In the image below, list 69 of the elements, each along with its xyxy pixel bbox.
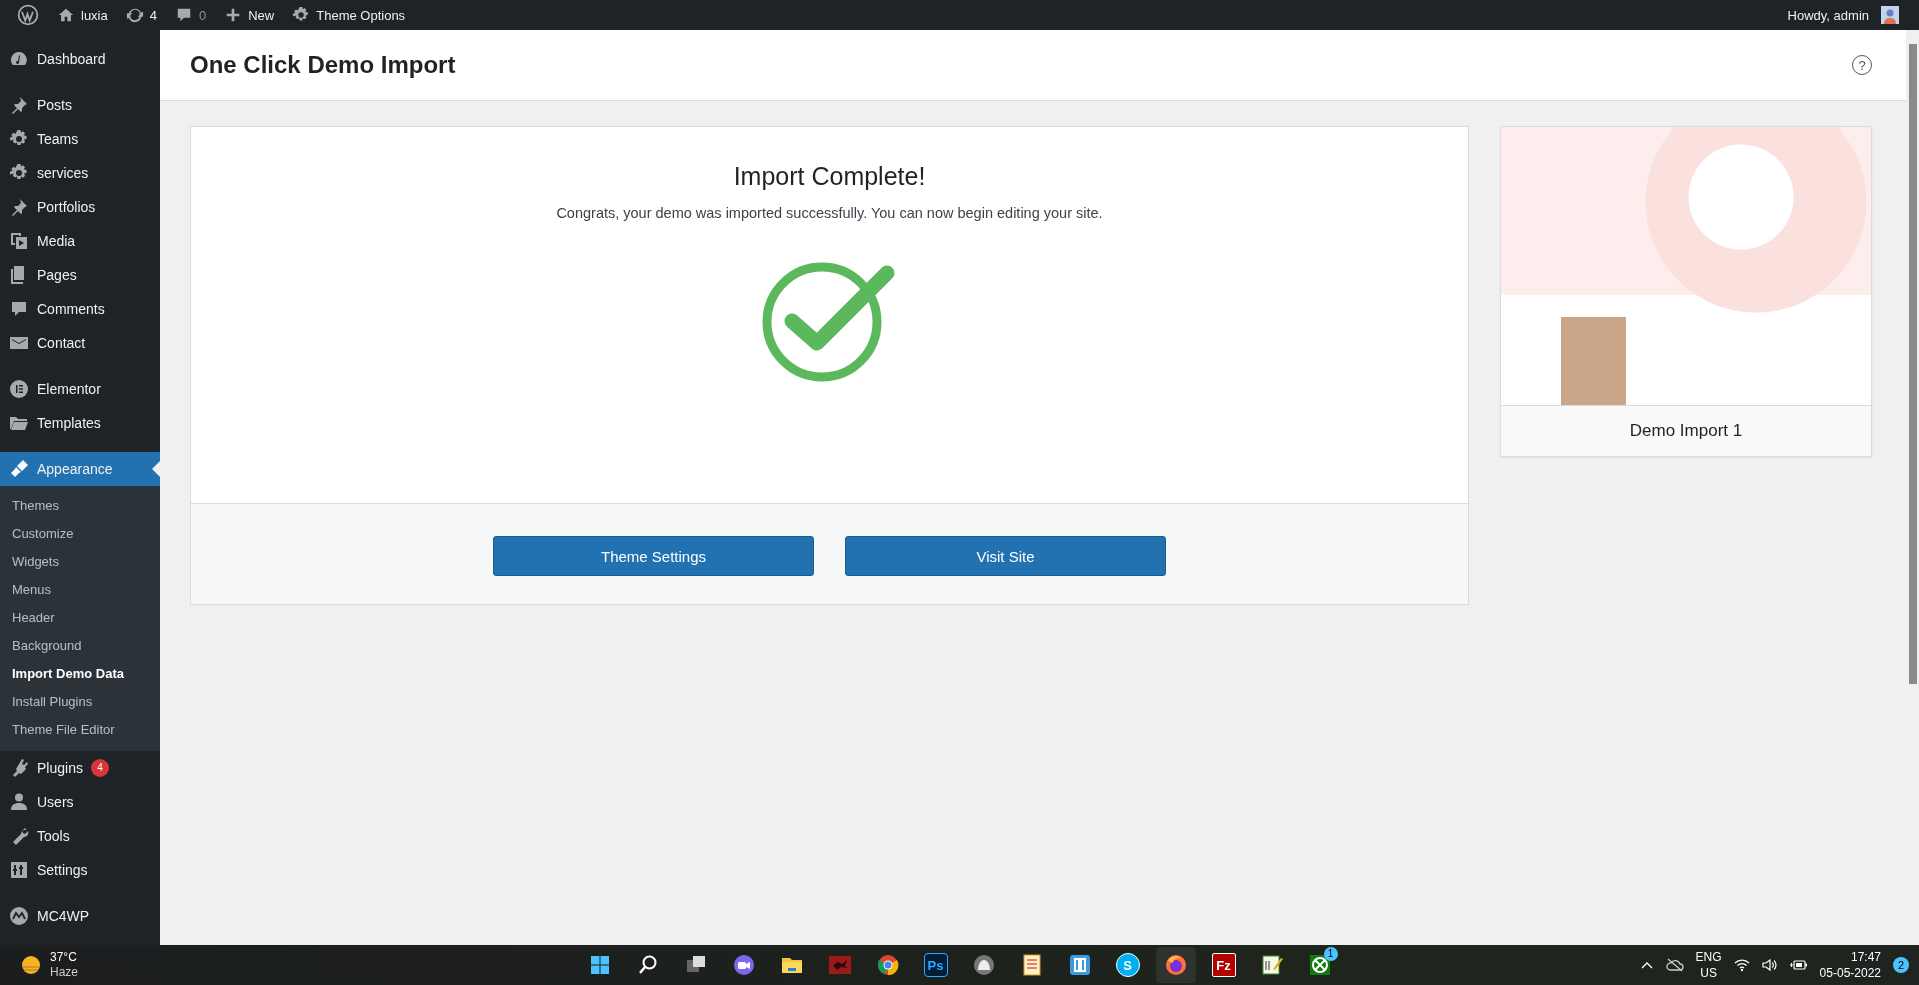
taskbar-button[interactable]: Ps [915, 947, 956, 983]
language-indicator[interactable]: ENG US [1695, 949, 1722, 981]
submenu-item[interactable]: Header [0, 604, 160, 632]
clock[interactable]: 17:47 05-05-2022 [1819, 949, 1881, 981]
elementor-icon [9, 379, 29, 399]
menu-item[interactable]: Plugins 4 [0, 751, 160, 785]
speech-bubble-icon [9, 299, 29, 319]
toolbar-link[interactable]: New [215, 0, 284, 30]
menu-item[interactable]: Templates [0, 406, 160, 440]
bracket-tile-icon [1067, 953, 1092, 977]
taskbar-button[interactable]: 1 [1299, 947, 1340, 983]
menu-item[interactable]: Media [0, 224, 160, 258]
submenu-item[interactable]: Menus [0, 576, 160, 604]
action-button[interactable]: Visit Site [845, 536, 1166, 576]
menu-item[interactable]: Tools [0, 819, 160, 853]
toolbar-link[interactable]: luxia [48, 0, 117, 30]
submenu-item[interactable]: Customize [0, 520, 160, 548]
weather-temperature: 37°C [50, 950, 78, 965]
wifi-icon[interactable] [1733, 958, 1750, 972]
taskbar-button[interactable] [1155, 947, 1196, 983]
submenu-item[interactable]: Theme File Editor [0, 716, 160, 744]
speaker-icon[interactable] [1761, 958, 1778, 972]
menu-item[interactable]: Comments [0, 292, 160, 326]
menu-item[interactable]: Elementor [0, 372, 160, 406]
page-title: One Click Demo Import [190, 51, 456, 79]
weather-condition: Haze [50, 965, 78, 980]
menu-item[interactable]: Appearance [0, 452, 160, 486]
menu-item[interactable]: Dashboard [0, 42, 160, 76]
menu-item[interactable]: Users [0, 785, 160, 819]
menu-item[interactable]: Posts [0, 88, 160, 122]
notification-count-badge[interactable]: 2 [1893, 957, 1909, 973]
menu-item[interactable]: services [0, 156, 160, 190]
toolbar-link[interactable]: 4 [116, 0, 166, 30]
speech-bubble-icon [175, 6, 193, 24]
menu-item[interactable]: Settings [0, 853, 160, 887]
toolbar-link[interactable]: Theme Options [283, 0, 415, 30]
menu-item[interactable]: Contact [0, 326, 160, 360]
action-button[interactable]: Theme Settings [493, 536, 814, 576]
browser-icon [875, 953, 900, 977]
menu-item[interactable]: Pages [0, 258, 160, 292]
account-menu[interactable]: Howdy, admin [1778, 0, 1919, 30]
home-icon [57, 6, 75, 24]
wordpress-logo-icon [17, 4, 39, 26]
update-count-badge: 4 [90, 759, 109, 777]
notification-badge: 1 [1323, 947, 1338, 961]
video-chat-icon [731, 953, 756, 977]
media-icon [9, 231, 29, 251]
demo-card[interactable]: Demo Import 1 [1500, 126, 1872, 457]
sliders-icon [9, 860, 29, 880]
import-heading: Import Complete! [733, 162, 926, 191]
submenu-item[interactable]: Import Demo Data [0, 660, 160, 688]
import-message: Congrats, your demo was imported successfully. You can now begin editing your site. [556, 205, 1103, 221]
sun-haze-icon [20, 954, 42, 976]
submenu-item[interactable]: Background [0, 632, 160, 660]
submenu-item[interactable]: Themes [0, 492, 160, 520]
notepad-icon [1259, 953, 1284, 977]
refresh-icon [125, 6, 144, 24]
submenu-item[interactable]: Install Plugins [0, 688, 160, 716]
cloud-offline-icon[interactable] [1665, 958, 1684, 972]
submenu-item[interactable]: Widgets [0, 548, 160, 576]
scrollbar-thumb[interactable] [1908, 44, 1917, 684]
menu-item[interactable]: Portfolios [0, 190, 160, 224]
battery-charging-icon[interactable] [1789, 958, 1808, 972]
menu-item[interactable]: MC4WP [0, 899, 160, 933]
user-icon [9, 792, 29, 812]
paintbrush-icon [9, 459, 29, 479]
taskbar-button[interactable]: Fz [1203, 947, 1244, 983]
menu-item[interactable]: Teams [0, 122, 160, 156]
demo-caption: Demo Import 1 [1501, 406, 1871, 456]
